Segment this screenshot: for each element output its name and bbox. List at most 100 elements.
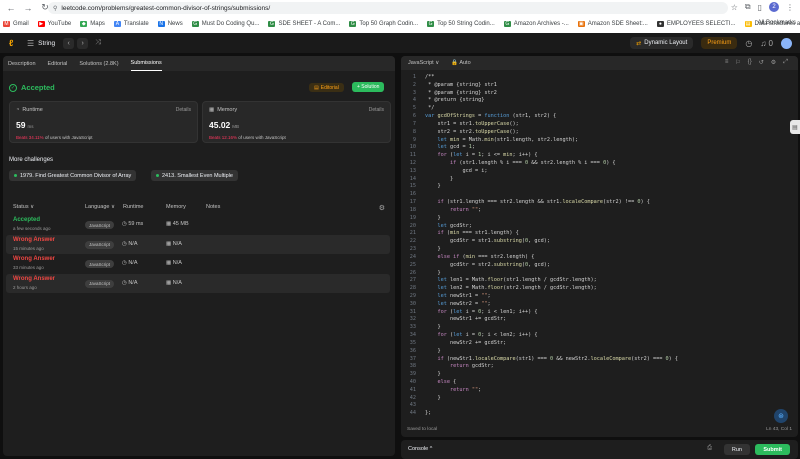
bookmark-item[interactable]: ● EMPLOYEES SELECTI... — [656, 21, 736, 27]
back-icon[interactable]: ← — [5, 2, 17, 14]
code-text: } — [425, 183, 441, 190]
bookmark-favicon-icon: N — [157, 21, 165, 27]
line-number: 18 — [409, 206, 416, 213]
dynamic-layout-button[interactable]: ⇄ Dynamic Layout — [630, 37, 694, 49]
tab-editorial[interactable]: Editorial — [48, 56, 68, 71]
bookmark-label: Translate — [123, 21, 149, 27]
code-text: } — [425, 214, 441, 221]
leetcode-logo-icon[interactable]: ℓ — [9, 38, 19, 48]
submission-row[interactable]: Accepted a few seconds ago JavaScript ◷ 59 … — [6, 215, 390, 234]
problem-list-title[interactable]: String — [38, 40, 55, 47]
run-button[interactable]: Run — [723, 444, 750, 455]
timer-icon[interactable]: ◷ — [745, 39, 752, 48]
line-number: 36 — [409, 347, 416, 354]
bookmark-item[interactable]: M Gmail — [3, 21, 29, 27]
sidebar-icon[interactable]: ▯ — [758, 3, 762, 12]
runtime-details-link[interactable]: Details — [176, 107, 191, 113]
reset-icon[interactable]: ↺ — [759, 59, 764, 66]
code-area[interactable]: 1/** 2 * @param {string} str1 3 * @param {… — [401, 74, 798, 418]
bookmark-icon[interactable]: ⚐ — [735, 59, 740, 66]
submissions-header: Status ∨ Language ∨ Runtime Memory Notes… — [3, 201, 395, 213]
bookmark-favicon-icon: ▤ — [744, 21, 752, 27]
memory-card[interactable]: ▦ Memory Details 45.02 MB Beats 12.16% of … — [202, 101, 391, 143]
cursor-position: Ln 43, Col 1 — [766, 427, 792, 432]
challenge-label: 2413. Smallest Even Multiple — [162, 172, 233, 179]
user-avatar[interactable] — [781, 37, 792, 49]
code-text: let len2 = Math.floor(str2.length / gcdS… — [437, 285, 597, 292]
bookmark-item[interactable]: G Amazon Archives -... — [503, 21, 569, 27]
runtime-label: Runtime — [22, 107, 43, 113]
submission-row[interactable]: Wrong Answer 2 hours ago JavaScript ◷ N/A ▦ … — [6, 273, 390, 293]
code-line: 3 * @param {string} str2 — [401, 90, 798, 98]
settings-icon[interactable]: ⚙ — [771, 59, 776, 66]
bookmark-label: Amazon Archives -... — [513, 21, 569, 27]
console-toggle[interactable]: Console ^ — [408, 446, 432, 452]
line-number: 22 — [409, 238, 416, 245]
line-number: 11 — [409, 152, 416, 159]
bookmark-item[interactable]: ◆ Maps — [80, 21, 105, 27]
star-icon[interactable]: ☆ — [731, 3, 738, 12]
solution-button[interactable]: + Solution — [352, 82, 385, 92]
bookmark-label: YouTube — [47, 21, 72, 27]
notification-icon[interactable]: ♫ 0 — [760, 39, 773, 48]
cloud-icon[interactable]: ⎙ — [707, 445, 712, 452]
code-line: 1 /** — [401, 74, 798, 82]
extensions-icon[interactable]: ⧉ — [745, 2, 751, 12]
all-bookmarks[interactable]: All Bookmarks — [758, 20, 796, 26]
submission-status[interactable]: Wrong Answer — [13, 276, 55, 282]
fullscreen-icon[interactable]: ⤢ — [783, 59, 788, 66]
tab-submissions[interactable]: Submissions — [130, 56, 162, 71]
prev-problem-icon[interactable]: ‹ — [63, 37, 75, 49]
profile-avatar[interactable]: 2 — [769, 2, 779, 12]
runtime-card[interactable]: ◔ Runtime Details 59 ms Beats 34.11% of us… — [9, 101, 198, 143]
code-line: 15 } — [401, 183, 798, 191]
list-icon[interactable]: ☰ — [27, 39, 34, 48]
shuffle-icon[interactable]: ⤨ — [95, 39, 101, 47]
difficulty-dot-icon — [14, 174, 17, 177]
code-line: 23 } — [401, 246, 798, 254]
submit-button[interactable]: Submit — [755, 444, 790, 455]
submission-row[interactable]: Wrong Answer 33 minutes ago JavaScript ◷ N/… — [6, 254, 390, 273]
language-select[interactable]: JavaScript ∨ — [408, 60, 439, 66]
code-text: str1 = str1.toUpperCase(); — [425, 120, 519, 127]
format-icon[interactable]: ≡ — [725, 59, 729, 66]
next-problem-icon[interactable]: › — [77, 37, 89, 49]
submission-status[interactable]: Wrong Answer — [13, 256, 55, 262]
auto-mode[interactable]: 🔒 Auto — [451, 60, 470, 66]
bookmark-item[interactable]: A Translate — [113, 21, 149, 27]
bookmark-item[interactable]: ▣ Amazon SDE Sheet:... — [577, 21, 648, 27]
bookmark-item[interactable]: N News — [157, 21, 183, 27]
submission-status[interactable]: Wrong Answer — [13, 237, 55, 243]
bookmark-item[interactable]: G Must Do Coding Qu... — [191, 21, 259, 27]
bookmark-item[interactable]: G SDE SHEET - A Com... — [268, 21, 340, 27]
challenge-chip[interactable]: 2413. Smallest Even Multiple — [151, 170, 238, 181]
address-bar[interactable]: ⚲ leetcode.com/problems/greatest-common-… — [48, 2, 728, 14]
editorial-button[interactable]: ▤ Editorial — [309, 83, 344, 92]
bookmark-item[interactable]: G Top 50 Graph Codin... — [349, 21, 418, 27]
gear-icon[interactable]: ⚙ — [379, 204, 385, 212]
menu-icon[interactable]: ⋮ — [786, 3, 794, 12]
challenge-chip[interactable]: 1979. Find Greatest Common Divisor of Ar… — [9, 170, 137, 181]
tab-description[interactable]: Description — [8, 56, 36, 71]
code-line: 35 newStr2 += gcdStr; — [401, 340, 798, 348]
chip-icon: ▦ — [166, 260, 173, 267]
status-filter[interactable]: Status ∨ — [13, 204, 34, 210]
assistant-icon[interactable]: ⊛ — [774, 409, 788, 423]
side-panel-toggle-icon[interactable]: ▤ — [790, 120, 800, 134]
submission-status[interactable]: Accepted — [13, 217, 40, 223]
bookmark-favicon-icon: M — [3, 21, 10, 27]
code-text: let len1 = Math.floor(str1.length / gcdS… — [437, 277, 597, 284]
submission-time: 15 minutes ago — [13, 245, 44, 251]
line-number: 42 — [409, 394, 416, 401]
site-info-icon[interactable]: ⚲ — [53, 5, 57, 12]
memory-details-link[interactable]: Details — [369, 107, 384, 113]
language-filter[interactable]: Language ∨ — [85, 204, 115, 210]
memory-column-header: Memory — [166, 204, 186, 210]
tab-solutions[interactable]: Solutions (2.8K) — [79, 56, 118, 71]
braces-icon[interactable]: {} — [748, 59, 752, 66]
submission-row[interactable]: Wrong Answer 15 minutes ago JavaScript ◷ N/… — [6, 234, 390, 254]
bookmark-item[interactable]: G Top 50 String Codin... — [427, 21, 495, 27]
premium-button[interactable]: Premium — [701, 37, 738, 49]
bookmark-item[interactable]: ▶ YouTube — [37, 21, 72, 27]
forward-icon[interactable]: → — [22, 2, 34, 14]
